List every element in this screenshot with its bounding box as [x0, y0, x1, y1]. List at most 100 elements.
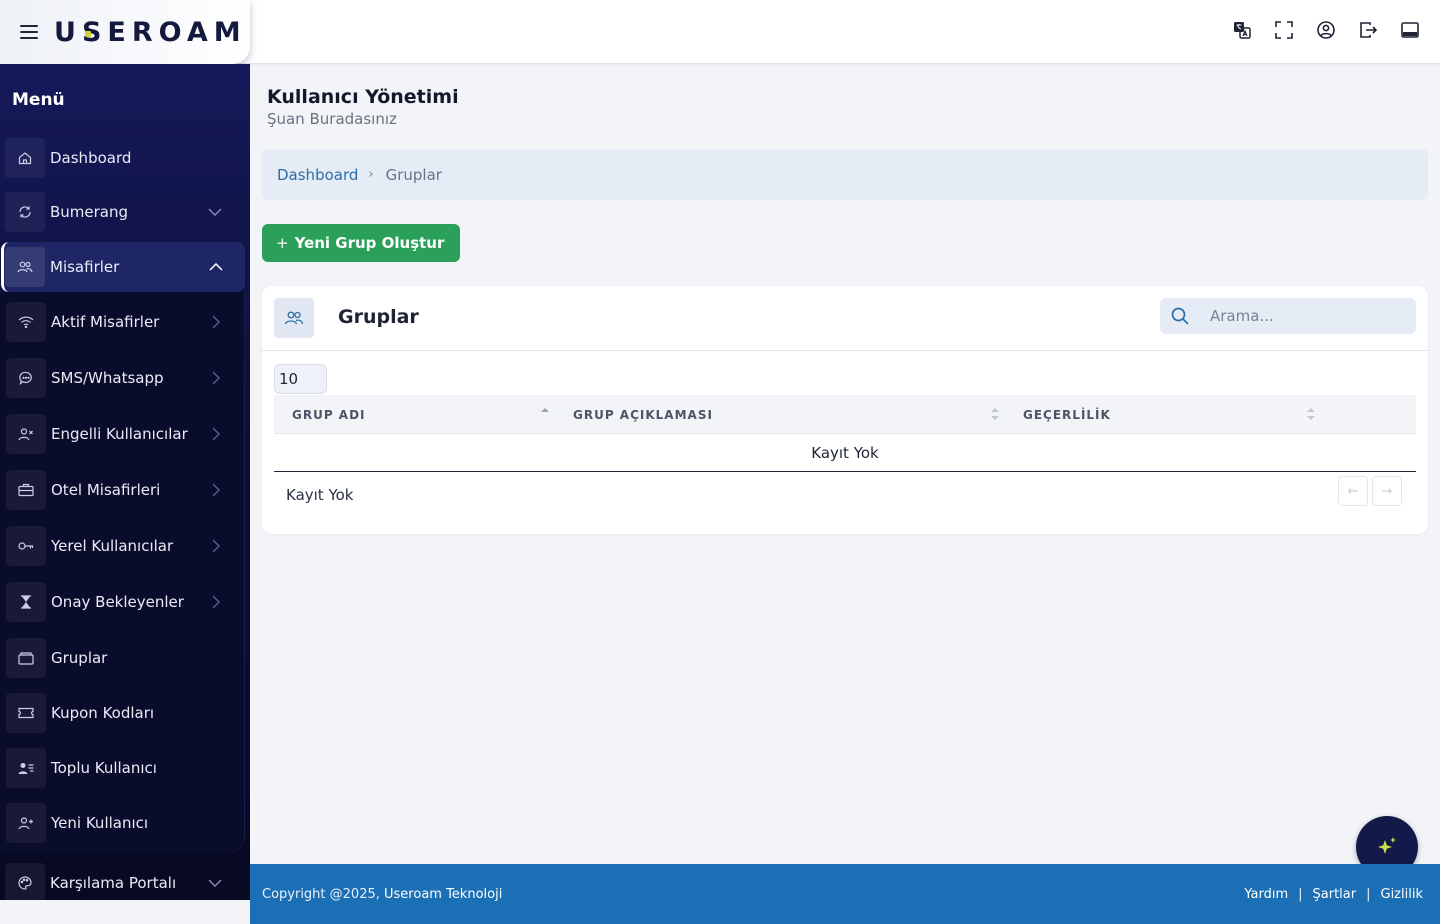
sidebar-subitem-yeni-kullanici[interactable]: Yeni Kullanıcı — [5, 801, 240, 845]
user-plus-icon — [6, 803, 46, 843]
briefcase-icon — [6, 470, 46, 510]
palette-icon — [5, 863, 45, 900]
page-size-select[interactable]: 10 — [274, 364, 327, 394]
misafirler-submenu: Aktif Misafirler SMS/Whatsapp Engelli Ku… — [0, 292, 245, 854]
sort-icon — [1307, 408, 1315, 420]
key-icon — [6, 526, 46, 566]
sidebar-item-label: Yerel Kullanıcılar — [51, 537, 174, 555]
sidebar-item-label: Bumerang — [50, 203, 129, 221]
sidebar-item-label: Misafirler — [50, 258, 120, 276]
copyright-text: Copyright @2025, — [262, 886, 380, 902]
sidebar-item-label: Karşılama Portalı — [50, 874, 177, 892]
column-header-grup-adi[interactable]: GRUP ADI — [292, 395, 366, 434]
company-link[interactable]: Useroam Teknoloji — [384, 887, 502, 902]
sidebar-subitem-gruplar[interactable]: Gruplar — [5, 636, 240, 680]
sort-asc-icon — [541, 408, 549, 412]
sidebar-item-label: Toplu Kullanıcı — [51, 759, 157, 777]
sidebar-subitem-toplu-kullanici[interactable]: Toplu Kullanıcı — [5, 746, 240, 790]
sidebar-subitem-otel-misafirleri[interactable]: Otel Misafirleri — [5, 468, 240, 512]
table-empty-row: Kayıt Yok — [274, 434, 1416, 472]
breadcrumb-current: Gruplar — [385, 165, 442, 184]
search-input[interactable] — [1210, 307, 1400, 325]
prev-page-button[interactable]: ← — [1338, 476, 1368, 506]
refresh-icon — [5, 192, 45, 232]
logo[interactable]: US EROAM — [54, 17, 247, 48]
menu-toggle-icon[interactable] — [18, 22, 40, 42]
brand-area: US EROAM — [0, 0, 250, 64]
breadcrumb-home-link[interactable]: Dashboard — [277, 166, 358, 184]
card-header: Gruplar — [262, 286, 1428, 351]
footer-link-yardim[interactable]: Yardım — [1244, 887, 1288, 902]
sidebar-subitem-engelli-kullanicilar[interactable]: Engelli Kullanıcılar — [5, 412, 240, 456]
table-header: GRUP ADI GRUP AÇIKLAMASI GEÇERLİLİK — [274, 395, 1416, 434]
sidebar-item-label: Otel Misafirleri — [51, 481, 161, 499]
sidebar-item-label: Gruplar — [51, 649, 108, 667]
sidebar-item-label: Aktif Misafirler — [51, 313, 160, 331]
chat-icon — [6, 358, 46, 398]
column-header-grup-aciklamasi[interactable]: GRUP AÇIKLAMASI — [573, 395, 713, 434]
footer-link-gizlilik[interactable]: Gizlilik — [1381, 887, 1424, 902]
users-icon — [274, 298, 314, 338]
sidebar-subitem-yerel-kullanicilar[interactable]: Yerel Kullanıcılar — [5, 524, 240, 568]
sidebar-item-misafirler[interactable]: Misafirler — [1, 242, 245, 292]
layout-panel-icon[interactable] — [1400, 20, 1420, 40]
sidebar-item-karsilama-portali[interactable]: Karşılama Portalı — [4, 861, 244, 900]
chevron-down-icon — [206, 203, 224, 221]
chevron-right-icon — [207, 313, 225, 331]
sidebar-item-bumerang[interactable]: Bumerang — [4, 190, 244, 234]
translate-icon[interactable] — [1232, 20, 1252, 40]
sidebar-subitem-onay-bekleyenler[interactable]: Onay Bekleyenler — [5, 580, 240, 624]
search-box — [1160, 298, 1416, 334]
sidebar: Menü Dashboard Bumerang Misafirler Aktif… — [0, 64, 250, 900]
footer-links: Yardım | Şartlar | Gizlilik — [1244, 887, 1423, 902]
folder-icon — [6, 638, 46, 678]
sidebar-item-label: Dashboard — [50, 149, 132, 167]
create-group-button[interactable]: + Yeni Grup Oluştur — [262, 224, 460, 262]
sidebar-item-label: Kupon Kodları — [51, 704, 155, 722]
search-icon — [1160, 298, 1200, 334]
footer-copyright: Copyright @2025, Useroam Teknoloji — [262, 887, 502, 902]
chevron-right-icon — [207, 593, 225, 611]
footer-separator: | — [1298, 886, 1303, 902]
column-header-gecerlilik[interactable]: GEÇERLİLİK — [1023, 395, 1111, 434]
breadcrumb-separator: › — [368, 167, 374, 182]
chevron-right-icon — [207, 481, 225, 499]
chevron-right-icon — [207, 369, 225, 387]
hourglass-icon — [6, 582, 46, 622]
chevron-right-icon — [207, 425, 225, 443]
sort-icon — [991, 408, 999, 420]
footer-link-sartlar[interactable]: Şartlar — [1313, 887, 1357, 902]
user-profile-icon[interactable] — [1316, 20, 1336, 40]
groups-card: Gruplar 10 GRUP ADI GRUP AÇIKLAMASI GEÇE… — [262, 286, 1428, 534]
sidebar-item-label: SMS/Whatsapp — [51, 369, 164, 387]
wifi-icon — [6, 302, 46, 342]
chevron-down-icon — [206, 874, 224, 892]
sidebar-title: Menü — [12, 90, 65, 110]
next-page-button[interactable]: → — [1372, 476, 1402, 506]
user-list-icon — [6, 748, 46, 788]
top-actions — [1232, 20, 1420, 40]
page-subtitle: Şuan Buradasınız — [267, 110, 397, 128]
users-icon — [5, 247, 45, 287]
sidebar-subitem-aktif-misafirler[interactable]: Aktif Misafirler — [5, 300, 240, 344]
card-title: Gruplar — [338, 306, 419, 328]
footer: Copyright @2025, Useroam Teknoloji Yardı… — [250, 864, 1440, 924]
sidebar-subitem-sms-whatsapp[interactable]: SMS/Whatsapp — [5, 356, 240, 400]
sparkle-icon — [1378, 837, 1396, 854]
chevron-up-icon — [207, 258, 225, 276]
top-bar: US EROAM — [0, 0, 1440, 64]
plus-icon: + — [276, 234, 289, 252]
sidebar-item-label: Engelli Kullanıcılar — [51, 425, 188, 443]
sidebar-item-dashboard[interactable]: Dashboard — [4, 136, 244, 180]
sidebar-subitem-kupon-kodlari[interactable]: Kupon Kodları — [5, 691, 240, 735]
fullscreen-icon[interactable] — [1274, 20, 1294, 40]
logout-icon[interactable] — [1358, 20, 1378, 40]
sidebar-item-label: Yeni Kullanıcı — [51, 814, 149, 832]
ticket-icon — [6, 693, 46, 733]
breadcrumb: Dashboard › Gruplar — [262, 149, 1428, 200]
chevron-right-icon — [207, 537, 225, 555]
page-title: Kullanıcı Yönetimi — [267, 86, 459, 108]
pagination: ← → — [1338, 476, 1402, 506]
sidebar-item-label: Onay Bekleyenler — [51, 593, 184, 611]
home-icon — [5, 138, 45, 178]
